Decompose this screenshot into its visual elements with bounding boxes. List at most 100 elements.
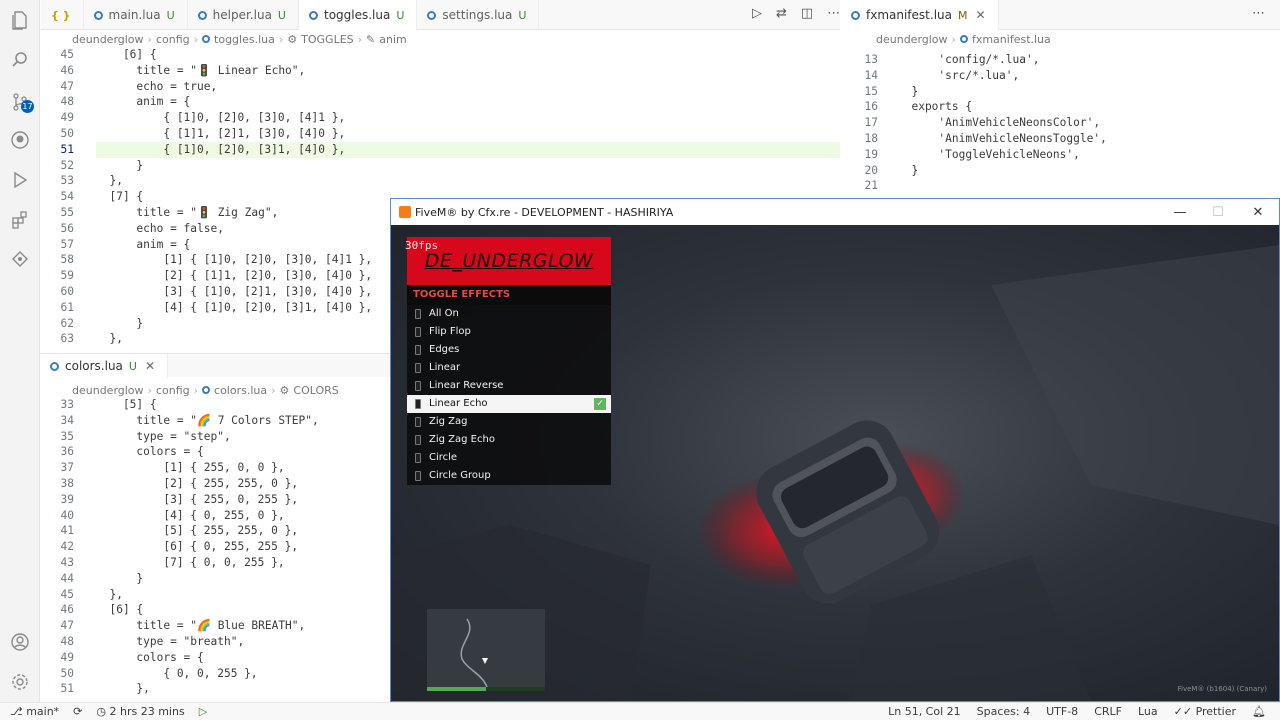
code-line[interactable]: [3] { 255, 0, 255 }, — [96, 492, 388, 508]
remote-icon[interactable] — [8, 248, 32, 272]
code-line[interactable]: [5] { — [96, 397, 388, 413]
tab-helper-lua[interactable]: helper.lua U — [188, 0, 299, 30]
explorer-icon[interactable] — [8, 8, 32, 32]
extensions-icon[interactable] — [8, 208, 32, 232]
notifications-icon[interactable]: 🔔︎ — [1252, 705, 1266, 718]
github-icon[interactable] — [8, 128, 32, 152]
code-editor-fxmanifest[interactable]: 'config/*.lua', 'src/*.lua', } exports {… — [898, 52, 1268, 196]
breadcrumb-item[interactable]: config — [156, 33, 190, 46]
menu-item-edges[interactable]: Edges — [407, 341, 611, 359]
code-line[interactable]: }, — [96, 173, 840, 189]
search-icon[interactable] — [8, 48, 32, 72]
close-icon[interactable]: ✕ — [975, 8, 985, 22]
code-line[interactable]: [2] { 255, 255, 0 }, — [96, 476, 388, 492]
code-line[interactable]: 'AnimVehicleNeonsColor', — [898, 115, 1268, 131]
code-line[interactable]: echo = true, — [96, 79, 840, 95]
code-line[interactable]: [6] { — [96, 47, 840, 63]
more-icon[interactable]: ⋯ — [1252, 6, 1265, 21]
code-line[interactable]: anim = { — [96, 94, 840, 110]
breadcrumb-item[interactable]: deunderglow — [876, 33, 948, 46]
code-line[interactable]: colors = { — [96, 444, 388, 460]
code-editor-colors[interactable]: [5] { title = "🌈 7 Colors STEP", type = … — [96, 397, 388, 699]
code-line[interactable]: 'src/*.lua', — [898, 68, 1268, 84]
minimize-button[interactable]: — — [1161, 199, 1199, 225]
code-line[interactable]: type = "breath", — [96, 634, 388, 650]
tab-main-lua[interactable]: { } — [41, 0, 84, 30]
fivem-window[interactable]: FiveM® by Cfx.re - DEVELOPMENT - HASHIRI… — [390, 198, 1280, 702]
breadcrumb-item[interactable]: toggles.lua — [214, 33, 275, 46]
code-line[interactable]: type = "step", — [96, 429, 388, 445]
account-icon[interactable] — [8, 630, 32, 654]
code-line[interactable]: { 0, 0, 255 }, — [96, 666, 388, 682]
code-line[interactable]: 'AnimVehicleNeonsToggle', — [898, 131, 1268, 147]
code-line[interactable]: }, — [96, 587, 388, 603]
menu-item-linear-reverse[interactable]: Linear Reverse — [407, 377, 611, 395]
code-line[interactable]: 'config/*.lua', — [898, 52, 1268, 68]
code-line[interactable]: [4] { 0, 255, 0 }, — [96, 508, 388, 524]
breadcrumb-item[interactable]: COLORS — [293, 384, 338, 397]
code-line[interactable]: } — [96, 571, 388, 587]
code-line[interactable]: } — [898, 84, 1268, 100]
run-debug-icon[interactable] — [8, 168, 32, 192]
menu-item-circle-group[interactable]: Circle Group — [407, 467, 611, 485]
code-line[interactable]: { [1]0, [2]0, [3]0, [4]1 }, — [96, 110, 840, 126]
breadcrumb-item[interactable]: colors.lua — [214, 384, 267, 397]
code-line[interactable]: }, — [96, 681, 388, 697]
split-editor-icon[interactable]: ◫ — [801, 6, 813, 21]
code-line[interactable]: colors = { — [96, 650, 388, 666]
indentation[interactable]: Spaces: 4 — [977, 705, 1030, 718]
time-tracker[interactable]: ◷ 2 hrs 23 mins — [96, 705, 184, 718]
code-line[interactable]: { [1]0, [2]0, [3]1, [4]0 }, — [96, 142, 840, 158]
menu-item-circle[interactable]: Circle — [407, 449, 611, 467]
code-line[interactable]: [1] { 255, 0, 0 }, — [96, 460, 388, 476]
more-icon[interactable]: ⋯ — [827, 6, 840, 21]
tab-colors-lua[interactable]: colors.lua U ✕ — [40, 354, 169, 378]
line-number: 52 — [60, 158, 74, 172]
close-icon[interactable]: ✕ — [145, 359, 155, 373]
sync-icon[interactable]: ⟳ — [73, 705, 82, 718]
menu-item-zig-zag-echo[interactable]: Zig Zag Echo — [407, 431, 611, 449]
code-line[interactable]: title = "🚦 Linear Echo", — [96, 63, 840, 79]
menu-item-flip-flop[interactable]: Flip Flop — [407, 323, 611, 341]
code-line[interactable]: title = "🌈 7 Colors STEP", — [96, 413, 388, 429]
code-line[interactable]: exports { — [898, 99, 1268, 115]
branch-status[interactable]: ⎇ main* — [10, 705, 59, 718]
code-line[interactable]: { [1]1, [2]1, [3]0, [4]0 }, — [96, 126, 840, 142]
code-line[interactable]: } — [898, 163, 1268, 179]
breadcrumb-item[interactable]: deunderglow — [72, 384, 144, 397]
menu-item-linear-echo[interactable]: Linear Echo ✓ — [407, 395, 611, 413]
code-line[interactable]: 'ToggleVehicleNeons', — [898, 147, 1268, 163]
breadcrumb-item[interactable]: config — [156, 384, 190, 397]
compare-icon[interactable]: ⇄ — [776, 6, 787, 21]
tab-fxmanifest-lua[interactable]: fxmanifest.lua M ✕ — [841, 0, 999, 30]
underglow-menu[interactable]: DE_UNDERGLOW TOGGLE EFFECTS All On Flip … — [407, 237, 611, 485]
prettier-status[interactable]: ✓✓ Prettier — [1174, 705, 1236, 718]
game-viewport[interactable]: 30fps DE_UNDERGLOW TOGGLE EFFECTS All On… — [391, 225, 1279, 701]
run-icon[interactable]: ▷ — [199, 705, 207, 718]
breadcrumb-item[interactable]: fxmanifest.lua — [972, 33, 1051, 46]
cursor-position[interactable]: Ln 51, Col 21 — [888, 705, 961, 718]
code-line[interactable]: [6] { — [96, 602, 388, 618]
code-line[interactable]: } — [96, 158, 840, 174]
breadcrumb-item[interactable]: TOGGLES — [301, 33, 354, 46]
tab-settings-lua[interactable]: settings.lua U — [417, 0, 540, 30]
menu-item-linear[interactable]: Linear — [407, 359, 611, 377]
language-mode[interactable]: Lua — [1138, 705, 1158, 718]
line-endings[interactable]: CRLF — [1094, 705, 1122, 718]
tab-main-lua[interactable]: main.lua U — [84, 0, 188, 30]
close-button[interactable]: ✕ — [1239, 199, 1277, 225]
code-line[interactable]: [6] { 0, 255, 255 }, — [96, 539, 388, 555]
tab-toggles-lua[interactable]: toggles.lua U — [298, 0, 418, 30]
menu-item-all-on[interactable]: All On — [407, 305, 611, 323]
breadcrumb-item[interactable]: anim — [379, 33, 406, 46]
code-line[interactable]: [7] { 0, 0, 255 }, — [96, 555, 388, 571]
code-line[interactable]: title = "🌈 Blue BREATH", — [96, 618, 388, 634]
settings-gear-icon[interactable] — [8, 670, 32, 694]
breadcrumb-item[interactable]: deunderglow — [72, 33, 144, 46]
play-icon[interactable]: ▷ — [752, 6, 762, 21]
menu-item-zig-zag[interactable]: Zig Zag — [407, 413, 611, 431]
maximize-button[interactable]: ☐ — [1199, 199, 1237, 225]
encoding[interactable]: UTF-8 — [1046, 705, 1078, 718]
code-line[interactable]: [5] { 255, 255, 0 }, — [96, 523, 388, 539]
fivem-titlebar[interactable]: FiveM® by Cfx.re - DEVELOPMENT - HASHIRI… — [391, 199, 1279, 225]
